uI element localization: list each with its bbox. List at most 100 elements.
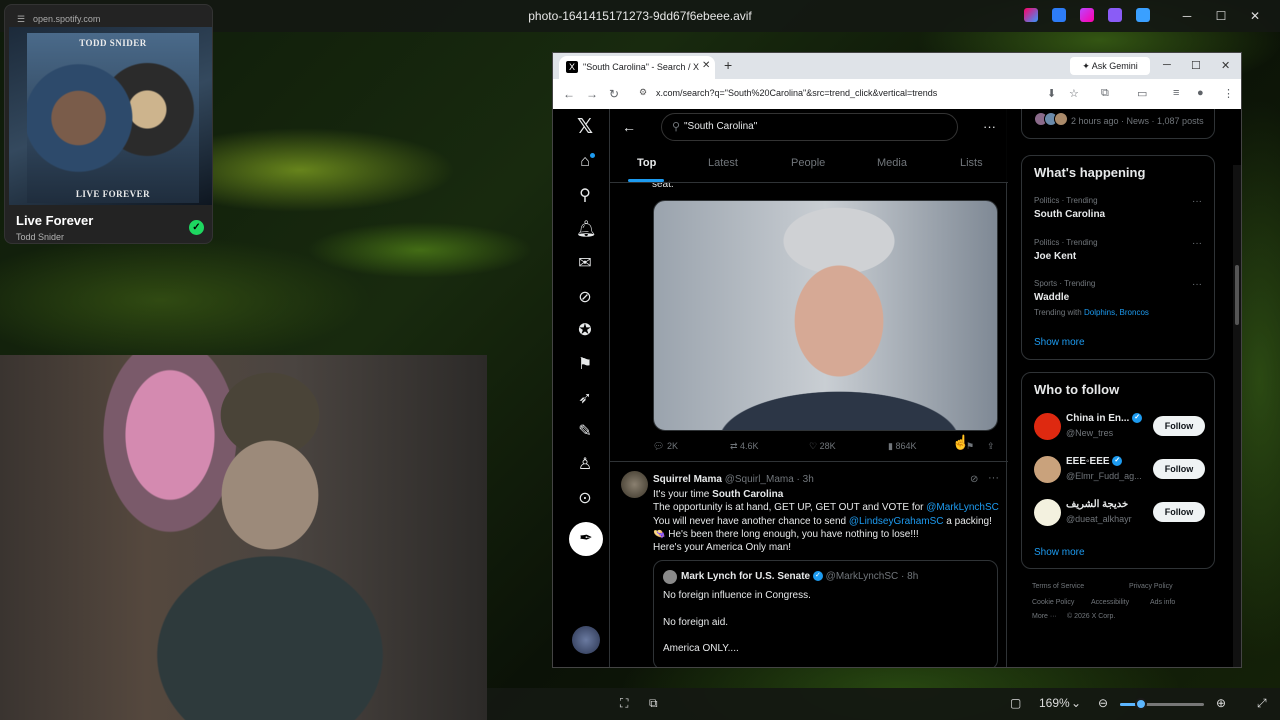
tab-media[interactable]: Media [877, 157, 907, 169]
follow-button[interactable]: Follow [1153, 416, 1205, 436]
more-options-icon[interactable]: ··· [983, 119, 996, 134]
ask-gemini-button[interactable]: ✦ Ask Gemini [1070, 57, 1150, 75]
tab-x-search[interactable]: X "South Carolina" - Search / X ✕ [559, 56, 715, 79]
footer-more-link[interactable]: More ··· [1032, 613, 1057, 620]
footer-accessibility-link[interactable]: Accessibility [1091, 599, 1129, 606]
repost-button[interactable]: ⇄ 4.6K [730, 441, 759, 452]
footer-ads-link[interactable]: Ads info [1150, 599, 1175, 606]
trend-more-icon[interactable]: ··· [1192, 238, 1202, 249]
address-bar[interactable]: ⚙ x.com/search?q="South%20Carolina"&src=… [631, 83, 1041, 105]
profile-icon[interactable]: ♙ [576, 456, 594, 474]
tweet-more-icon[interactable]: ··· [988, 472, 999, 484]
extensions-icon[interactable]: ⧉ [1101, 87, 1109, 100]
back-button[interactable]: ← [563, 87, 575, 101]
views-button[interactable]: ▮ 864K [888, 441, 916, 452]
media-icon[interactable]: ≡ [1173, 87, 1179, 99]
tab-top[interactable]: Top [637, 157, 656, 169]
page-scrollbar[interactable] [1233, 165, 1241, 667]
rocket-icon[interactable]: ➶ [576, 390, 594, 408]
like-button[interactable]: ♡ 28K [809, 441, 836, 452]
mention-link[interactable]: @MarkLynchSC [926, 502, 999, 513]
reply-button[interactable]: 💬︎ 2K [653, 441, 678, 452]
browser-maximize-button[interactable]: ☐ [1191, 59, 1201, 72]
bookmark-star-icon[interactable]: ☆ [1069, 87, 1079, 100]
show-more-follow-link[interactable]: Show more [1034, 547, 1085, 558]
split-view-icon[interactable]: ▭ [1137, 87, 1147, 100]
zoom-slider[interactable] [1120, 698, 1204, 710]
follow-avatar[interactable] [1034, 413, 1061, 440]
author-handle[interactable]: @Squirl_Mama [725, 474, 794, 485]
quoted-tweet[interactable]: Mark Lynch for U.S. Senate ✓ @MarkLynchS… [653, 560, 998, 667]
follow-name[interactable]: خديجة الشريف [1066, 499, 1128, 510]
mention-link[interactable]: @LindseyGrahamSC [849, 516, 944, 527]
compose-post-button[interactable]: ✒ [569, 522, 603, 556]
tab-lists[interactable]: Lists [960, 157, 983, 169]
maximize-button[interactable]: ☐ [1204, 4, 1238, 28]
zoom-in-icon[interactable]: ⊕ [1216, 696, 1226, 710]
author-name[interactable]: Squirrel Mama [653, 474, 722, 485]
follow-avatar[interactable] [1034, 499, 1061, 526]
cloud-icon[interactable] [1136, 8, 1150, 22]
saved-check-icon[interactable]: ✓ [189, 220, 204, 235]
close-button[interactable]: ✕ [1238, 4, 1272, 28]
trend-more-icon[interactable]: ··· [1192, 196, 1202, 207]
zoom-level[interactable]: 169% [1039, 696, 1070, 710]
site-info-icon[interactable]: ⚙ [639, 87, 647, 98]
author-avatar[interactable] [621, 471, 648, 498]
share-icon[interactable]: ⇪ [987, 441, 995, 452]
install-app-icon[interactable]: ⬇ [1047, 87, 1056, 100]
footer-cookie-link[interactable]: Cookie Policy [1032, 599, 1074, 606]
minimize-button[interactable]: ─ [1170, 4, 1204, 28]
fullscreen-icon[interactable]: ⤢ [1257, 696, 1267, 711]
tweet-photo[interactable] [653, 200, 998, 431]
browser-close-button[interactable]: ✕ [1221, 59, 1230, 72]
explore-search-icon[interactable]: ⚲ [576, 187, 594, 205]
edit-icon[interactable] [1052, 8, 1066, 22]
profile-avatar[interactable]: ● [1197, 87, 1204, 99]
scrollbar-thumb[interactable] [1235, 265, 1239, 325]
clipchamp-icon[interactable] [1108, 8, 1122, 22]
articles-icon[interactable]: ✎ [576, 423, 594, 441]
grok-explain-icon[interactable]: ⊘ [970, 474, 978, 485]
forward-button[interactable]: → [586, 87, 598, 101]
fit-icon[interactable]: ⛶ [620, 696, 628, 711]
news-card[interactable]: 2 hours ago · News · 1,087 posts [1021, 109, 1215, 139]
notifications-bell-icon[interactable]: 🔔︎ [576, 221, 596, 239]
follow-button[interactable]: Follow [1153, 459, 1205, 479]
footer-terms-link[interactable]: Terms of Service [1032, 583, 1084, 590]
footer-privacy-link[interactable]: Privacy Policy [1129, 583, 1173, 590]
follow-name[interactable]: EEE◦EEE ✓ [1066, 456, 1123, 467]
zoom-out-icon[interactable]: ⊖ [1098, 696, 1108, 710]
actual-size-icon[interactable]: ▢ [1010, 696, 1021, 710]
follow-name[interactable]: China in En... ✓ [1066, 413, 1143, 424]
tweet-squirrel-mama[interactable]: Squirrel Mama @Squirl_Mama · 3h ⊘ ··· It… [610, 461, 1008, 667]
trend-more-icon[interactable]: ··· [1192, 279, 1202, 290]
account-avatar[interactable] [572, 626, 600, 654]
reload-button[interactable]: ↻ [609, 87, 619, 101]
verified-orgs-icon[interactable]: ✪ [576, 322, 594, 340]
x-logo-icon[interactable]: 𝕏 [576, 116, 594, 136]
chevron-down-icon[interactable]: ⌄ [1071, 696, 1081, 710]
tweet-time[interactable]: · 3h [797, 474, 814, 485]
trend-with-links[interactable]: Dolphins, Broncos [1084, 308, 1149, 317]
show-more-trends-link[interactable]: Show more [1034, 337, 1085, 348]
messages-icon[interactable]: ✉ [576, 255, 594, 273]
tab-people[interactable]: People [791, 157, 825, 169]
zoom-slider-thumb[interactable] [1135, 698, 1147, 710]
bookmarks-icon[interactable]: ⚑ [576, 356, 594, 374]
tab-latest[interactable]: Latest [708, 157, 738, 169]
back-arrow-icon[interactable]: ← [622, 119, 636, 135]
site-settings-icon[interactable]: ☰ [17, 14, 25, 25]
browser-menu-icon[interactable]: ⋮ [1223, 87, 1234, 100]
follow-avatar[interactable] [1034, 456, 1061, 483]
text-select-icon[interactable]: ⧉ [649, 696, 658, 711]
search-input[interactable]: ⚲ "South Carolina" [661, 113, 958, 141]
designer-icon[interactable] [1080, 8, 1094, 22]
more-circle-icon[interactable]: ⊙ [576, 490, 594, 508]
follow-button[interactable]: Follow [1153, 502, 1205, 522]
close-tab-icon[interactable]: ✕ [702, 60, 710, 71]
copilot-icon[interactable] [1024, 8, 1038, 22]
browser-minimize-button[interactable]: ─ [1163, 59, 1171, 71]
track-artist[interactable]: Todd Snider [16, 232, 64, 242]
grok-icon[interactable]: ⊘ [576, 289, 594, 307]
